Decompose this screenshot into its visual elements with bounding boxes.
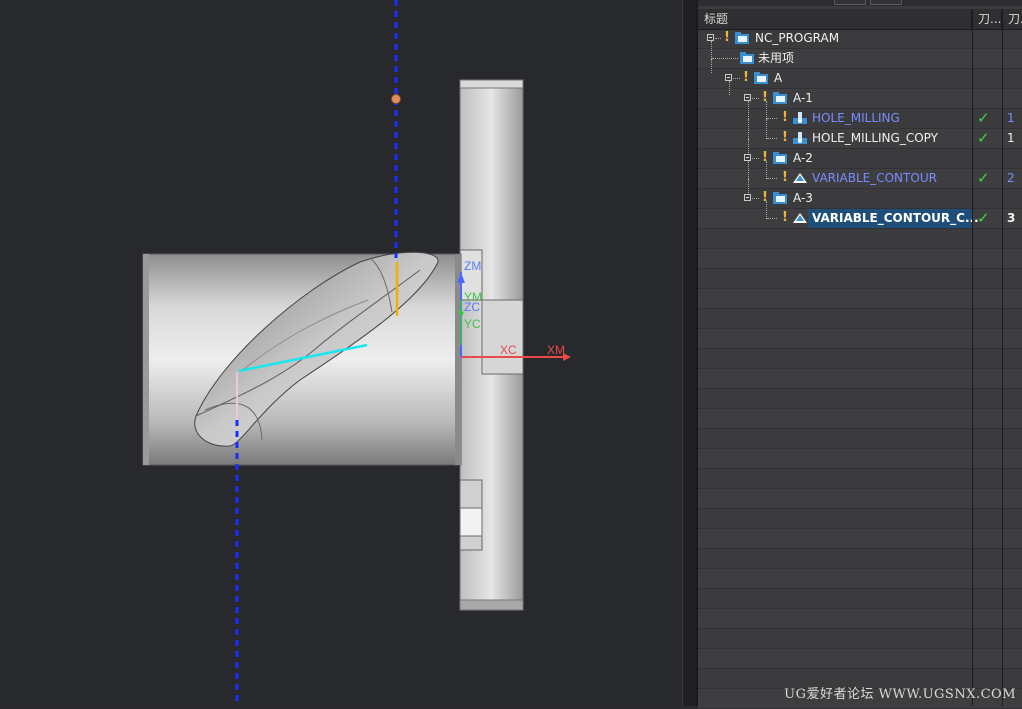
column-header-title[interactable]: 标题 bbox=[698, 9, 972, 29]
node-label: A bbox=[774, 71, 783, 85]
warning-icon: ! bbox=[724, 30, 730, 45]
hole-milling-icon bbox=[793, 132, 807, 144]
check-icon: ✓ bbox=[977, 209, 990, 227]
empty-row bbox=[698, 609, 1022, 629]
watermark-text: UG爱好者论坛 WWW.UGSNX.COM bbox=[784, 687, 1016, 702]
empty-row bbox=[698, 389, 1022, 409]
node-label: A-1 bbox=[793, 91, 813, 105]
panel-splitter[interactable] bbox=[682, 0, 697, 706]
program-folder-icon bbox=[735, 32, 749, 44]
navigator-header: 标题 刀... 刀... bbox=[698, 9, 1022, 30]
empty-row bbox=[698, 329, 1022, 349]
tree-row-unused[interactable]: 未用项 bbox=[698, 41, 1022, 69]
empty-row bbox=[698, 429, 1022, 449]
navigator-toolbar bbox=[698, 0, 1022, 6]
axis-label-xm: XM bbox=[547, 343, 565, 357]
operation-tree: ! NC_PROGRAM 未用项 ! A ! A-1 ! HOLE_MILLIN… bbox=[698, 29, 1022, 709]
tool-number: 1 bbox=[1007, 111, 1015, 125]
toolbar-tab-1[interactable] bbox=[834, 0, 866, 5]
empty-row bbox=[698, 249, 1022, 269]
node-label: 未用项 bbox=[758, 51, 795, 65]
variable-contour-icon bbox=[793, 173, 807, 183]
tree-row-group-a-3[interactable]: ! A-3 bbox=[698, 179, 1022, 209]
empty-row bbox=[698, 649, 1022, 669]
empty-row bbox=[698, 349, 1022, 369]
tree-row-variable-contour[interactable]: ! VARIABLE_CONTOUR ✓ 2 bbox=[698, 161, 1022, 189]
check-icon: ✓ bbox=[977, 129, 990, 147]
empty-row bbox=[698, 409, 1022, 429]
operation-navigator: 标题 刀... 刀... ! NC_PROGRAM 未用项 ! A bbox=[696, 0, 1022, 709]
collapse-toggle-icon[interactable] bbox=[744, 194, 751, 201]
column-divider bbox=[972, 9, 973, 706]
node-label: NC_PROGRAM bbox=[755, 31, 840, 45]
tree-row-variable-contour-copy[interactable]: ! VARIABLE_CONTOUR_C... ✓ 3 bbox=[698, 201, 1022, 229]
column-header-tool-number[interactable]: 刀... bbox=[1002, 9, 1022, 29]
collapse-toggle-icon[interactable] bbox=[744, 154, 751, 161]
group-folder-icon bbox=[773, 192, 787, 204]
axis-label-yc: YC bbox=[464, 317, 481, 331]
empty-row bbox=[698, 309, 1022, 329]
axis-label-zm: ZM bbox=[464, 259, 482, 273]
empty-row bbox=[698, 289, 1022, 309]
node-label: A-2 bbox=[793, 151, 813, 165]
column-header-tool-status[interactable]: 刀... bbox=[972, 9, 1002, 29]
axis-label-zc: ZC bbox=[464, 300, 480, 314]
empty-row bbox=[698, 489, 1022, 509]
empty-row bbox=[698, 589, 1022, 609]
empty-row bbox=[698, 509, 1022, 529]
tool-number: 1 bbox=[1007, 131, 1015, 145]
part-model-view[interactable] bbox=[0, 0, 682, 706]
node-label: VARIABLE_CONTOUR_C... bbox=[812, 211, 979, 225]
node-label: A-3 bbox=[793, 191, 813, 205]
toolbar-tab-2[interactable] bbox=[870, 0, 902, 5]
column-divider bbox=[1002, 9, 1003, 706]
tree-row-nc-program[interactable]: ! NC_PROGRAM bbox=[698, 29, 1022, 49]
hole-milling-icon bbox=[793, 112, 807, 124]
tree-row-group-a-1[interactable]: ! A-1 bbox=[698, 81, 1022, 109]
empty-row bbox=[698, 529, 1022, 549]
warning-icon: ! bbox=[782, 130, 788, 145]
node-label: HOLE_MILLING_COPY bbox=[812, 131, 938, 145]
empty-row bbox=[698, 269, 1022, 289]
tree-row-group-a[interactable]: ! A bbox=[698, 59, 1022, 89]
warning-icon: ! bbox=[762, 90, 768, 105]
variable-contour-icon bbox=[793, 213, 807, 223]
group-folder-icon bbox=[773, 152, 787, 164]
empty-row bbox=[698, 369, 1022, 389]
check-icon: ✓ bbox=[977, 169, 990, 187]
warning-icon: ! bbox=[782, 210, 788, 225]
tree-row-hole-milling-copy[interactable]: ! HOLE_MILLING_COPY ✓ 1 bbox=[698, 119, 1022, 149]
unused-folder-icon bbox=[740, 52, 754, 64]
tool-number: 3 bbox=[1007, 211, 1016, 225]
empty-row bbox=[698, 549, 1022, 569]
group-folder-icon bbox=[754, 72, 768, 84]
check-icon: ✓ bbox=[977, 109, 990, 127]
empty-row bbox=[698, 569, 1022, 589]
tree-row-hole-milling[interactable]: ! HOLE_MILLING ✓ 1 bbox=[698, 101, 1022, 129]
warning-icon: ! bbox=[762, 190, 768, 205]
empty-row bbox=[698, 629, 1022, 649]
empty-row bbox=[698, 449, 1022, 469]
graphics-viewport[interactable]: ZM YM ZC YC XC XM bbox=[0, 0, 682, 706]
node-label: VARIABLE_CONTOUR bbox=[812, 171, 937, 185]
collapse-toggle-icon[interactable] bbox=[725, 74, 732, 81]
tool-number: 2 bbox=[1007, 171, 1015, 185]
collapse-toggle-icon[interactable] bbox=[744, 94, 751, 101]
tree-row-group-a-2[interactable]: ! A-2 bbox=[698, 139, 1022, 169]
collapse-toggle-icon[interactable] bbox=[707, 34, 714, 41]
warning-icon: ! bbox=[743, 70, 749, 85]
node-label: HOLE_MILLING bbox=[812, 111, 900, 125]
axis-label-xc: XC bbox=[500, 343, 517, 357]
empty-row bbox=[698, 229, 1022, 249]
warning-icon: ! bbox=[762, 150, 768, 165]
warning-icon: ! bbox=[782, 110, 788, 125]
empty-row bbox=[698, 469, 1022, 489]
tool-point-marker bbox=[391, 94, 401, 104]
warning-icon: ! bbox=[782, 170, 788, 185]
group-folder-icon bbox=[773, 92, 787, 104]
